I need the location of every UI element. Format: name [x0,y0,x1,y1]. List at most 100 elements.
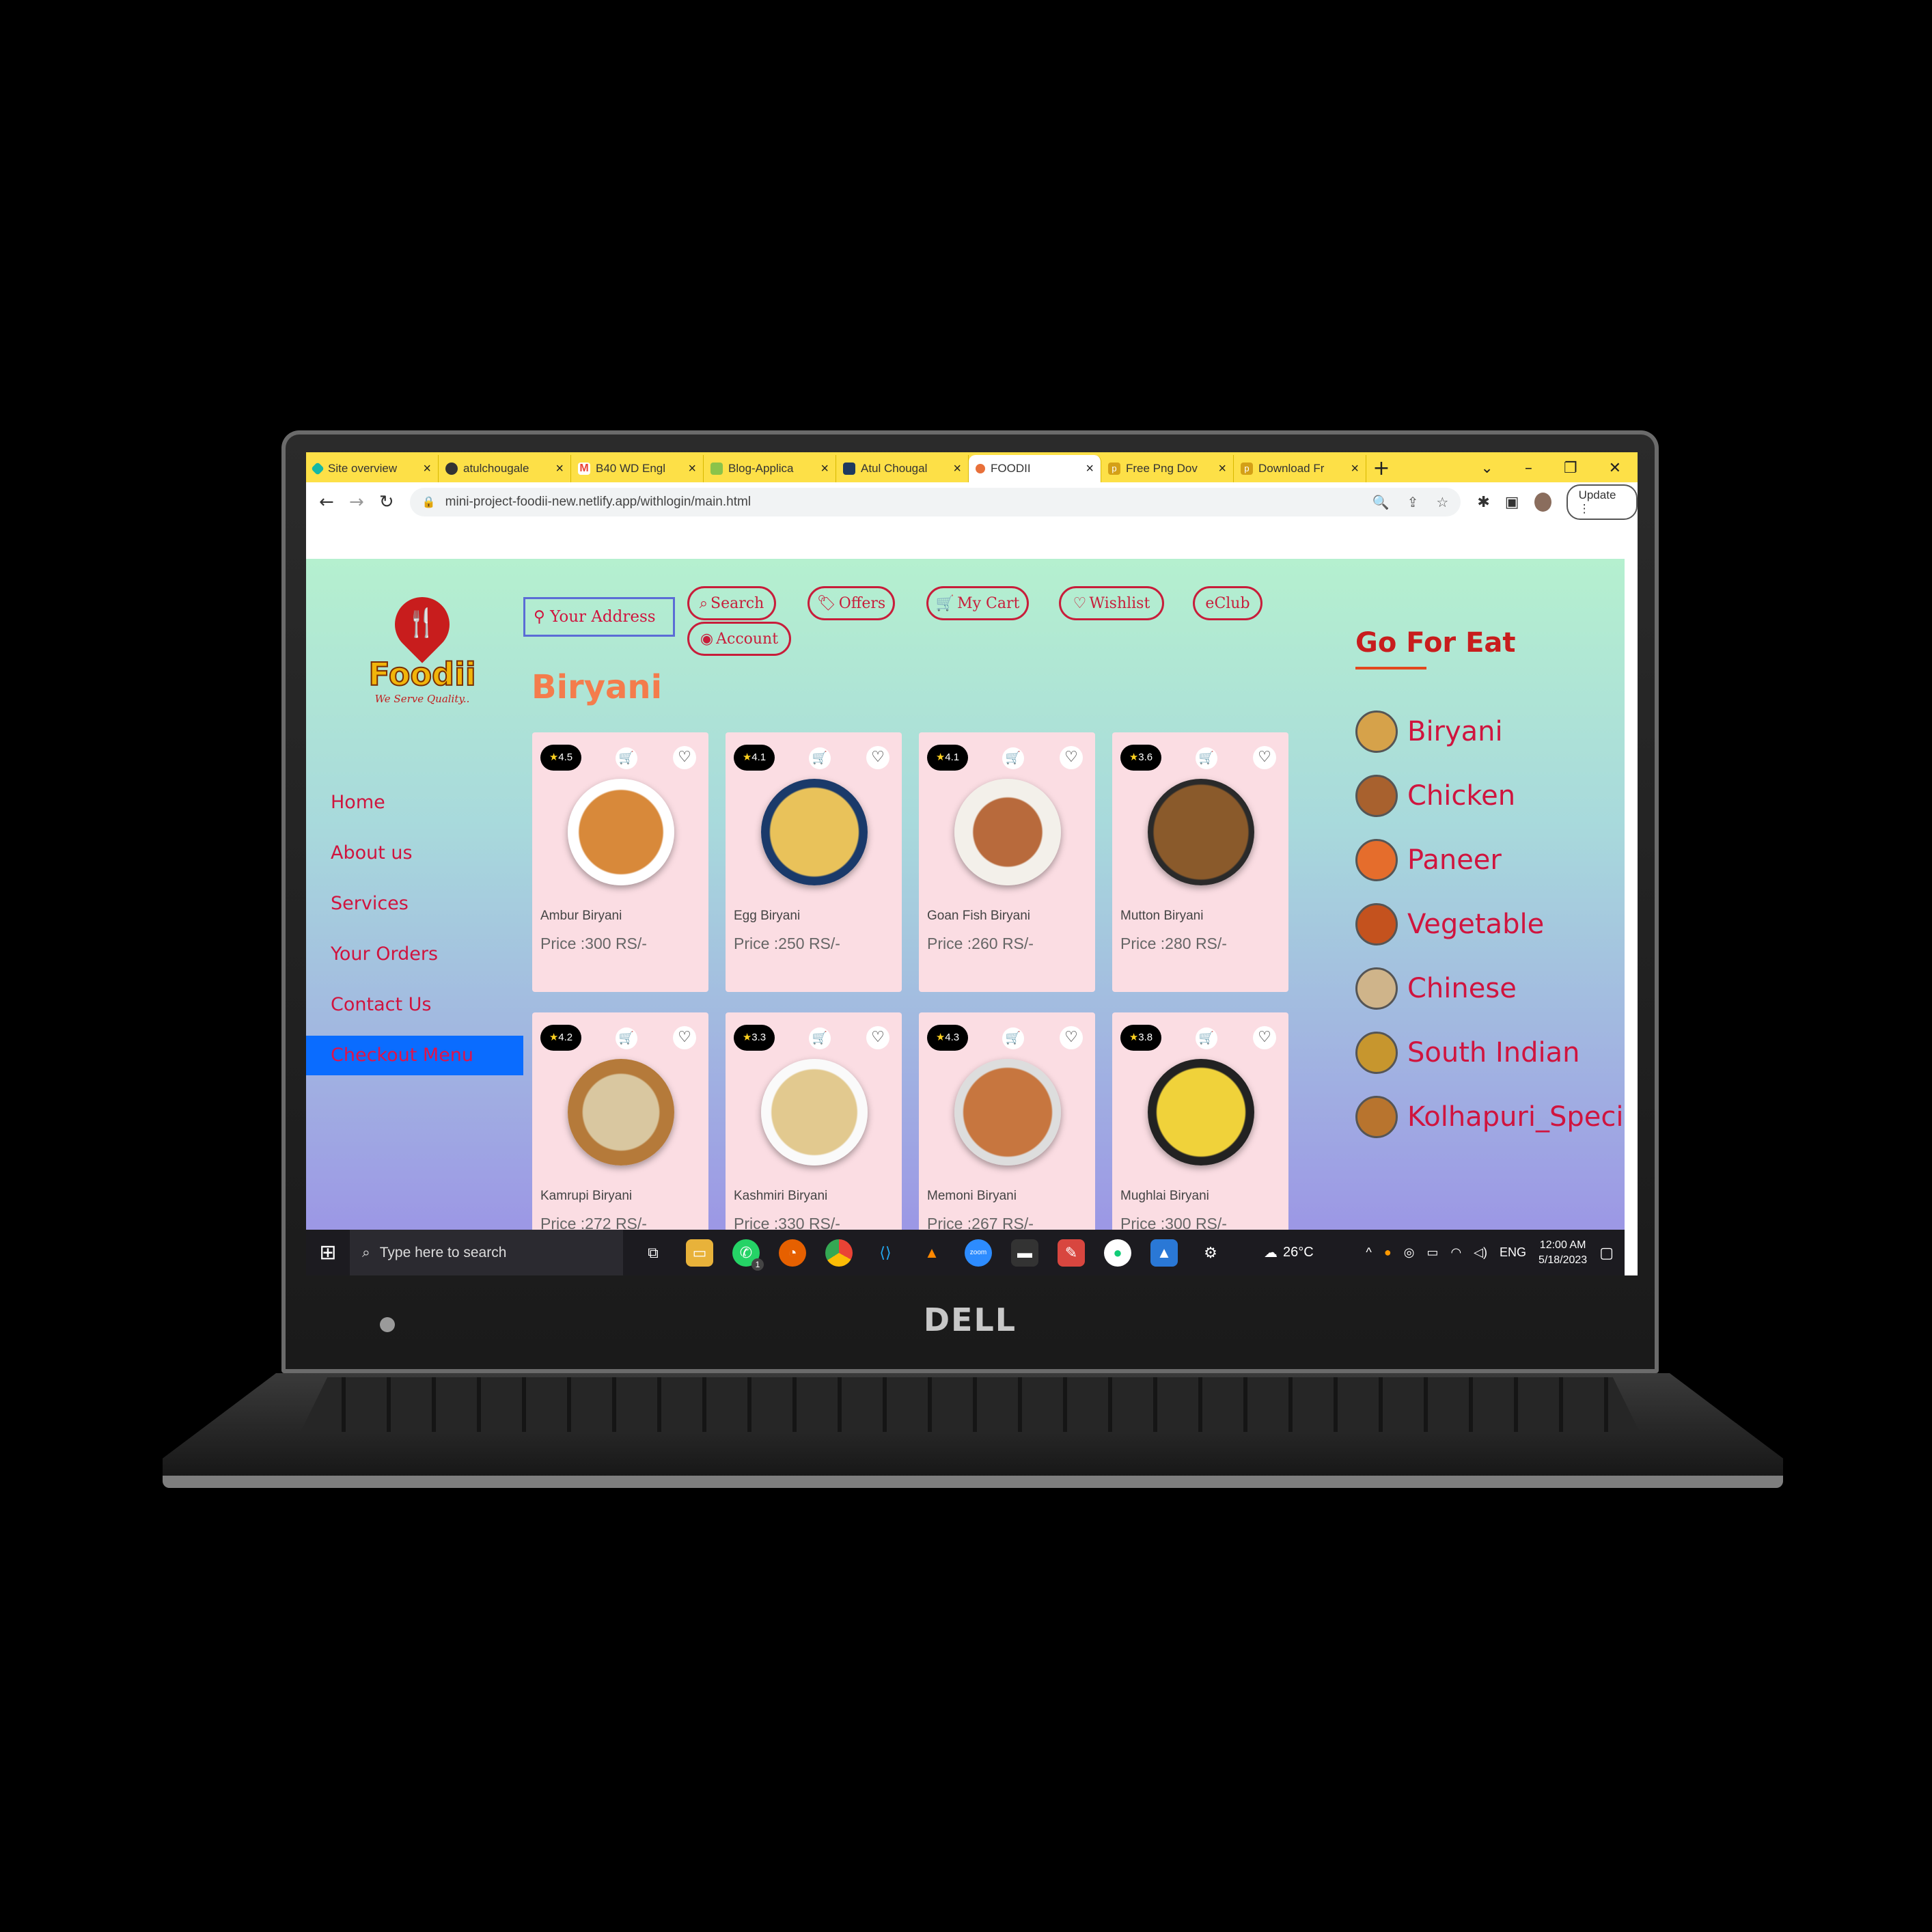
taskbar-search[interactable]: ⌕ Type here to search [350,1230,623,1275]
category-biryani[interactable]: Biryani [1355,700,1625,764]
nav-contact-us[interactable]: Contact Us [306,980,523,1030]
category-kolhapuri-special[interactable]: Kolhapuri_Specia [1355,1085,1625,1149]
zoom-icon[interactable]: zoom [965,1239,992,1267]
wifi-icon[interactable]: ◠ [1450,1245,1461,1260]
close-icon[interactable]: × [555,461,564,477]
nav-about-us[interactable]: About us [306,828,523,879]
paint-app-icon[interactable]: ✎ [1058,1239,1085,1267]
browser-tab-active[interactable]: FOODII × [969,455,1101,482]
whatsapp-icon[interactable]: ✆ 1 [732,1239,764,1271]
wishlist-heart-icon[interactable]: ♡ [673,746,696,769]
food-card[interactable]: ★3.6 🛒 ♡ Mutton Biryani Price :280 RS/- [1112,732,1288,992]
browser-tab[interactable]: p Download Fr × [1234,455,1366,482]
tray-app-icon[interactable]: ◎ [1404,1245,1415,1260]
browser-tab[interactable]: M B40 WD Engl × [571,455,704,482]
app-drop-icon[interactable]: ● [1104,1239,1131,1267]
wishlist-heart-icon[interactable]: ♡ [1060,1026,1083,1049]
settings-gear-icon[interactable]: ⚙ [1197,1239,1224,1267]
close-icon[interactable]: × [953,461,961,477]
add-to-cart-icon[interactable]: 🛒 [1002,747,1024,769]
share-icon[interactable]: ⇪ [1407,494,1419,511]
back-arrow-icon[interactable]: ← [312,492,342,512]
add-to-cart-icon[interactable]: 🛒 [1196,1027,1217,1049]
browser-tab[interactable]: atulchougale × [439,455,571,482]
weather-widget[interactable]: ☁ 26°C [1264,1244,1314,1261]
category-vegetable[interactable]: Vegetable [1355,892,1625,956]
extensions-puzzle-icon[interactable]: ✱ [1477,494,1489,511]
close-icon[interactable]: × [688,461,696,477]
new-tab-button[interactable]: + [1366,455,1396,482]
taskbar-clock[interactable]: 12:00 AM 5/18/2023 [1538,1238,1587,1268]
volume-icon[interactable]: ◁) [1474,1245,1487,1260]
restore-icon[interactable]: ❐ [1564,455,1577,482]
vscode-icon[interactable]: ⟨⟩ [872,1239,899,1267]
nav-your-orders[interactable]: Your Orders [306,929,523,980]
my-cart-button[interactable]: 🛒 My Cart [926,586,1029,620]
photos-icon[interactable]: ▲ [1150,1239,1178,1267]
side-panel-icon[interactable]: ▣ [1505,494,1519,511]
close-icon[interactable]: × [423,461,431,477]
page-scrollbar[interactable] [1625,559,1638,1230]
vlc-icon[interactable]: ▲ [918,1239,946,1267]
add-to-cart-icon[interactable]: 🛒 [1002,1027,1024,1049]
eclub-button[interactable]: eClub [1193,586,1262,620]
add-to-cart-icon[interactable]: 🛒 [1196,747,1217,769]
notifications-icon[interactable]: ▢ [1599,1244,1614,1262]
firefox-icon[interactable]: ◔ [779,1239,806,1267]
category-chicken[interactable]: Chicken [1355,764,1625,828]
reload-icon[interactable]: ↻ [372,492,402,512]
category-chinese[interactable]: Chinese [1355,956,1625,1021]
browser-tab[interactable]: Site overview × [306,455,439,482]
wishlist-heart-icon[interactable]: ♡ [1253,746,1276,769]
close-icon[interactable]: × [1086,461,1094,477]
lock-icon[interactable]: 🔒 [422,495,436,509]
profile-avatar[interactable] [1534,493,1551,512]
bookmark-star-icon[interactable]: ☆ [1436,494,1448,511]
add-to-cart-icon[interactable]: 🛒 [616,1027,637,1049]
minimize-icon[interactable]: – [1525,455,1532,482]
offers-button[interactable]: 🏷 Offers [808,586,895,620]
chrome-icon[interactable] [825,1239,853,1267]
wishlist-button[interactable]: ♡ Wishlist [1059,586,1164,620]
search-button[interactable]: ⌕ Search [687,586,776,620]
wishlist-heart-icon[interactable]: ♡ [866,746,889,769]
nav-home[interactable]: Home [306,777,523,828]
add-to-cart-icon[interactable]: 🛒 [809,1027,831,1049]
terminal-icon[interactable]: ▬ [1011,1239,1038,1267]
food-card[interactable]: ★3.3 🛒 ♡ Kashmiri Biryani Price :330 RS/… [726,1012,902,1230]
browser-tab[interactable]: Blog-Applica × [704,455,836,482]
browser-tab[interactable]: p Free Png Dov × [1101,455,1234,482]
tray-app-icon[interactable]: ● [1384,1245,1392,1260]
food-card[interactable]: ★4.1 🛒 ♡ Goan Fish Biryani Price :260 RS… [919,732,1095,992]
forward-arrow-icon[interactable]: → [342,492,372,512]
address-bar[interactable]: 🔒 mini-project-foodii-new.netlify.app/wi… [409,488,1461,516]
close-window-icon[interactable]: ✕ [1609,455,1621,482]
add-to-cart-icon[interactable]: 🛒 [616,747,637,769]
wishlist-heart-icon[interactable]: ♡ [673,1026,696,1049]
address-input[interactable]: ⚲ Your Address [523,597,675,637]
chevron-up-icon[interactable]: ^ [1366,1245,1371,1260]
file-explorer-icon[interactable]: ▭ [686,1239,713,1267]
update-button[interactable]: Update ⋮ [1566,484,1638,520]
wishlist-heart-icon[interactable]: ♡ [1253,1026,1276,1049]
nav-checkout-menu[interactable]: Checkout Menu [306,1036,523,1075]
task-view-icon[interactable]: ⧉ [639,1239,667,1267]
food-card[interactable]: ★4.5 🛒 ♡ Ambur Biryani Price :300 RS/- [532,732,708,992]
food-card[interactable]: ★3.8 🛒 ♡ Mughlai Biryani Price :300 RS/- [1112,1012,1288,1230]
zoom-icon[interactable]: 🔍 [1372,494,1390,511]
close-icon[interactable]: × [1218,461,1226,477]
food-card[interactable]: ★4.1 🛒 ♡ Egg Biryani Price :250 RS/- [726,732,902,992]
nav-services[interactable]: Services [306,879,523,929]
browser-tab[interactable]: Atul Chougal × [836,455,969,482]
add-to-cart-icon[interactable]: 🛒 [809,747,831,769]
tab-search-icon[interactable]: ⌄ [1480,455,1493,482]
wishlist-heart-icon[interactable]: ♡ [1060,746,1083,769]
food-card[interactable]: ★4.2 🛒 ♡ Kamrupi Biryani Price :272 RS/- [532,1012,708,1230]
close-icon[interactable]: × [1351,461,1359,477]
category-south-indian[interactable]: South Indian [1355,1021,1625,1085]
wishlist-heart-icon[interactable]: ♡ [866,1026,889,1049]
category-paneer[interactable]: Paneer [1355,828,1625,892]
close-icon[interactable]: × [820,461,829,477]
foodii-logo[interactable]: Foodii We Serve Quality.. [354,585,491,720]
windows-start-icon[interactable]: ⊞ [306,1241,350,1265]
